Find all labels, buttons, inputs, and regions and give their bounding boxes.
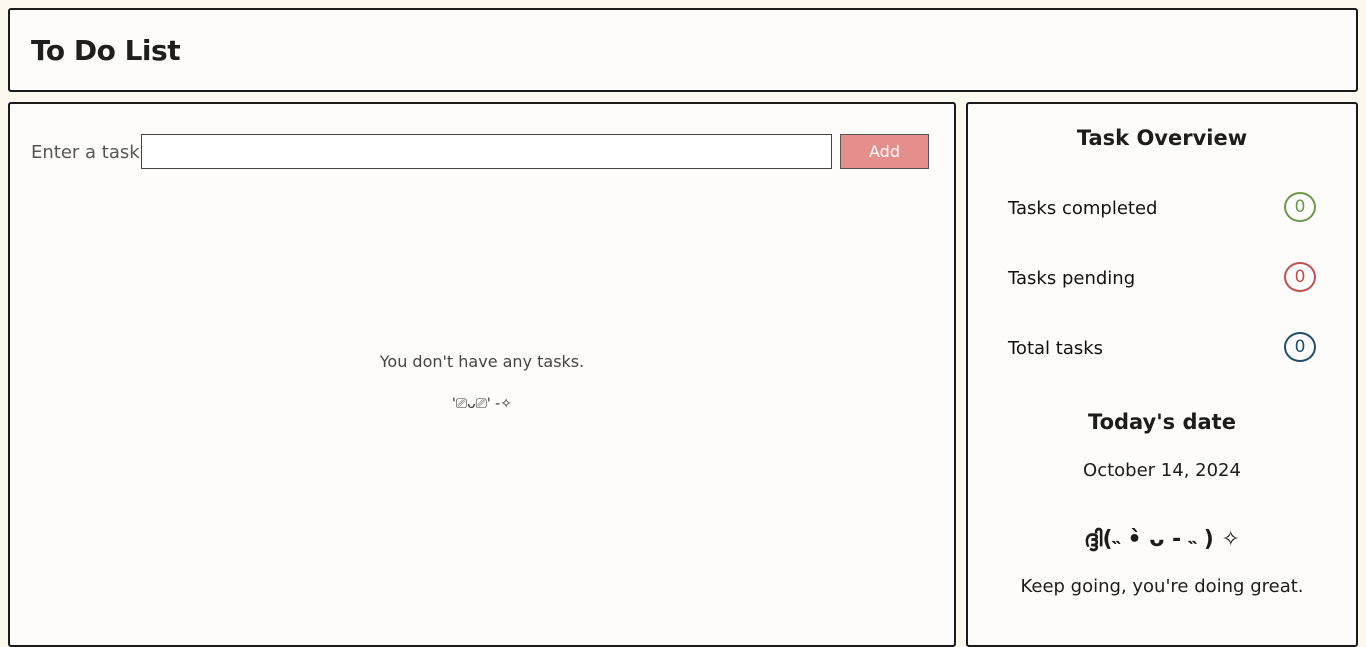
stat-pending-label: Tasks pending — [1008, 268, 1136, 289]
stat-completed: Tasks completed 0 — [1008, 192, 1316, 224]
stat-pending-count: 0 — [1284, 262, 1316, 292]
stat-total-label: Total tasks — [1008, 338, 1104, 359]
overview-title: Task Overview — [1076, 126, 1248, 150]
stat-total-count: 0 — [1284, 332, 1316, 362]
empty-state-kaomoji: '⎚ᴗ⎚' -✧ — [452, 396, 512, 412]
stat-total: Total tasks 0 — [1008, 332, 1316, 364]
date-title: Today's date — [1088, 410, 1236, 434]
date-value: October 14, 2024 — [1083, 460, 1241, 481]
stat-completed-count: 0 — [1284, 192, 1316, 222]
encouragement-message: Keep going, you're doing great. — [1020, 576, 1304, 597]
header-bar: To Do List — [8, 8, 1358, 92]
add-task-button[interactable]: Add — [840, 134, 929, 169]
empty-state-message: You don't have any tasks. — [379, 352, 585, 371]
stat-pending: Tasks pending 0 — [1008, 262, 1316, 294]
task-panel: Enter a task Add You don't have any task… — [8, 102, 956, 647]
task-input[interactable] — [141, 134, 832, 169]
overview-panel: Task Overview Tasks completed 0 Tasks pe… — [966, 102, 1358, 647]
page-title: To Do List — [31, 34, 181, 67]
task-input-label: Enter a task — [31, 142, 140, 163]
encouragement-kaomoji: ദ്ദി(˵ •̀ ᴗ - ˵ ) ✧ — [1084, 527, 1240, 552]
stat-completed-label: Tasks completed — [1008, 198, 1158, 219]
